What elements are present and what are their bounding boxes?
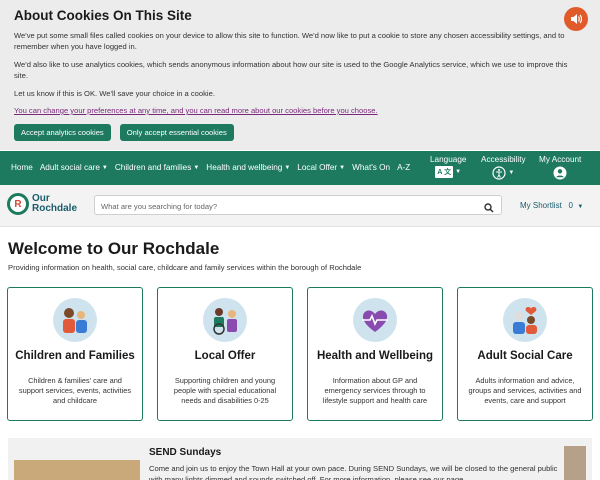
nav-item-label: A-Z <box>397 163 411 172</box>
nav-item-children-and-families[interactable]: Children and families ▼ <box>115 163 199 172</box>
caret-down-icon: ▼ <box>577 204 584 210</box>
cookie-title: About Cookies On This Site <box>14 8 192 23</box>
nav-item-health-and-wellbeing[interactable]: Health and wellbeing ▼ <box>206 163 290 172</box>
event-photo-secondary <box>564 446 586 480</box>
nav-item-label: Local Offer <box>297 163 338 172</box>
event-photo <box>14 460 140 480</box>
speaker-icon[interactable] <box>564 7 588 31</box>
shortlist-count: 0 <box>568 201 573 210</box>
caret-down-icon: ▼ <box>339 164 346 171</box>
adult-care-illustration-icon <box>503 298 547 342</box>
nav-item-label: What's On <box>352 163 391 172</box>
main-nav: Home Adult social care ▼ Children and fam… <box>0 151 600 185</box>
nav-item-label: Children and families <box>114 163 192 172</box>
nav-item-label: Health and wellbeing <box>206 163 283 172</box>
nav-item-a-z[interactable]: A-Z <box>397 163 410 172</box>
search-box <box>94 195 502 218</box>
family-illustration-icon <box>53 298 97 342</box>
card-text: Adults information and advice, groups an… <box>468 376 582 405</box>
local-offer-illustration-icon <box>203 298 247 342</box>
card-text: Information about GP and emergency servi… <box>322 376 428 405</box>
send-text: Come and join us to enjoy the Town Hall … <box>149 464 558 480</box>
card-children-and-families[interactable]: Children and Families Children & familie… <box>7 287 143 421</box>
send-sundays-panel: SEND Sundays Come and join us to enjoy t… <box>8 438 592 480</box>
accessibility-menu[interactable]: Accessibility ▼ <box>481 155 526 182</box>
nav-item-local-offer[interactable]: Local Offer ▼ <box>297 163 345 172</box>
accessibility-label: Accessibility <box>481 155 526 164</box>
cookie-banner: About Cookies On This Site We've put som… <box>0 0 600 150</box>
search-icon[interactable] <box>484 200 494 218</box>
account-label: My Account <box>539 155 582 164</box>
cookie-text-3: Let us know if this is OK. We'll save yo… <box>14 89 215 98</box>
page-title: Welcome to Our Rochdale <box>8 239 220 258</box>
send-title: SEND Sundays <box>149 447 222 458</box>
card-local-offer[interactable]: Local Offer Supporting children and youn… <box>157 287 293 421</box>
accept-analytics-button[interactable]: Accept analytics cookies <box>14 124 111 141</box>
translate-icon: A 文 ▼ <box>435 166 461 178</box>
nav-item-whats-on[interactable]: What's On <box>352 163 390 172</box>
cookie-preferences-link[interactable]: You can change your preferences at any t… <box>14 106 586 115</box>
caret-down-icon: ▼ <box>284 164 291 171</box>
card-text: Children & families' care and support se… <box>18 376 132 405</box>
caret-down-icon: ▼ <box>101 164 108 171</box>
caret-down-icon: ▼ <box>193 164 200 171</box>
user-icon <box>553 166 567 182</box>
logo-mark: R <box>7 193 29 215</box>
language-label: Language <box>430 155 467 164</box>
search-input[interactable] <box>95 197 475 216</box>
page-subtitle: Providing information on health, social … <box>8 263 362 272</box>
header-bar: R Our Rochdale My Shortlist 0 ▼ <box>0 185 600 227</box>
card-title: Health and Wellbeing <box>316 350 434 362</box>
cookie-text-2: We'd also like to use analytics cookies,… <box>14 60 568 80</box>
logo-text: Our Rochdale <box>32 193 78 214</box>
cookie-buttons: Accept analytics cookies Only accept ess… <box>14 124 586 141</box>
site-logo[interactable]: R Our Rochdale <box>7 193 77 215</box>
card-adult-social-care[interactable]: Adult Social Care Adults information and… <box>457 287 593 421</box>
cookie-text-1: We've put some small files called cookie… <box>14 31 565 51</box>
account-menu[interactable]: My Account <box>539 155 581 182</box>
language-menu[interactable]: Language A 文 ▼ <box>430 155 466 178</box>
shortlist-button[interactable]: My Shortlist 0 ▼ <box>520 201 583 210</box>
card-text: Supporting children and young people wit… <box>173 376 277 405</box>
health-illustration-icon <box>353 298 397 342</box>
card-health-and-wellbeing[interactable]: Health and Wellbeing Information about G… <box>307 287 443 421</box>
accept-essential-button[interactable]: Only accept essential cookies <box>119 124 234 141</box>
nav-item-label: Home <box>11 163 33 172</box>
nav-item-label: Adult social care <box>39 163 100 172</box>
card-title: Adult Social Care <box>477 350 573 362</box>
accessibility-icon: ▼ <box>492 166 514 180</box>
nav-item-adult-social-care[interactable]: Adult social care ▼ <box>40 163 108 172</box>
shortlist-label: My Shortlist <box>520 201 562 210</box>
card-title: Children and Families <box>15 350 135 362</box>
card-title: Local Offer <box>194 350 256 362</box>
nav-item-home[interactable]: Home <box>11 163 33 172</box>
